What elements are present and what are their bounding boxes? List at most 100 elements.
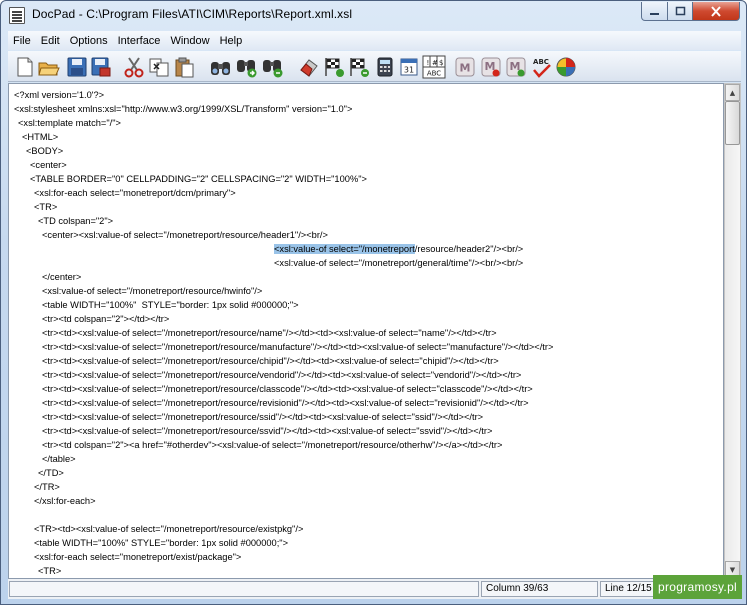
- character-map-icon: ! # $ ABC: [422, 55, 445, 78]
- spell-flag-next-icon: [349, 57, 369, 77]
- svg-text:31: 31: [403, 65, 413, 74]
- open-folder-icon: [37, 62, 60, 75]
- code-line: <xsl:stylesheet xmlns:xsl="http://www.w3…: [14, 104, 353, 114]
- toolbar: 31 ! # $ ABC M M M ABC: [8, 51, 741, 82]
- replace-button[interactable]: [260, 54, 285, 79]
- code-line: <BODY>: [26, 146, 64, 156]
- find-icon: [210, 61, 230, 75]
- svg-text:ABC: ABC: [426, 69, 440, 77]
- new-file-button[interactable]: [12, 54, 37, 79]
- close-icon: [711, 5, 721, 17]
- code-line: <center>: [30, 160, 67, 170]
- replace-icon: [262, 59, 282, 77]
- macro-record-icon: M: [481, 57, 500, 76]
- scroll-up-button[interactable]: ▲: [725, 84, 740, 101]
- code-line: <xsl:for-each select="monetreport/exist/…: [34, 552, 242, 562]
- code-line: <table WIDTH="100%" STYLE="border: 1px s…: [34, 538, 289, 548]
- code-line: </xsl:for-each>: [34, 496, 96, 506]
- save-as-button[interactable]: [88, 54, 113, 79]
- spell-flag-button[interactable]: [321, 54, 346, 79]
- code-line: <xsl:template match="/">: [18, 118, 121, 128]
- macro-record-button[interactable]: M: [478, 54, 503, 79]
- spell-check-button[interactable]: ABC: [528, 54, 553, 79]
- spell-check-icon: ABC: [532, 58, 551, 78]
- eraser-icon: [299, 58, 318, 77]
- color-wheel-icon: [556, 57, 575, 76]
- maximize-button[interactable]: [667, 2, 693, 21]
- chevron-down-icon: ▼: [729, 565, 736, 574]
- notepad-icon: [9, 7, 25, 24]
- character-map-button[interactable]: ! # $ ABC: [421, 54, 446, 79]
- code-line: <tr><td><xsl:value-of select="/monetrepo…: [42, 426, 493, 436]
- code-line: <tr><td colspan="2"></td></tr>: [42, 314, 170, 324]
- paste-icon: [175, 57, 193, 77]
- menu-bar: File Edit Options Interface Window Help: [8, 31, 741, 50]
- code-line: <tr><td><xsl:value-of select="/monetrepo…: [42, 384, 533, 394]
- spell-flag-next-button[interactable]: [346, 54, 371, 79]
- code-line: <tr><td colspan="2"><a href="#otherdev">…: [42, 440, 503, 450]
- code-line: <tr><td><xsl:value-of select="/monetrepo…: [42, 398, 529, 408]
- menu-window[interactable]: Window: [165, 35, 214, 47]
- save-icon: [67, 57, 86, 76]
- scroll-thumb[interactable]: [725, 101, 740, 145]
- code-text: /resource/header2"/><br/>: [414, 244, 524, 254]
- calculator-button[interactable]: [372, 54, 397, 79]
- find-button[interactable]: [208, 54, 233, 79]
- status-column: Column 39/63: [481, 581, 598, 597]
- svg-text:!: !: [426, 59, 429, 67]
- code-line: <xsl:value-of select="/monetreport/resou…: [274, 242, 523, 256]
- minimize-icon: [650, 12, 659, 15]
- menu-interface[interactable]: Interface: [113, 35, 166, 47]
- open-button[interactable]: [36, 54, 61, 79]
- svg-text:ABC: ABC: [533, 58, 549, 66]
- code-line: <table WIDTH="100%" STYLE="border: 1px s…: [42, 300, 299, 310]
- menu-edit[interactable]: Edit: [36, 35, 65, 47]
- code-line: </TR>: [34, 482, 60, 492]
- paste-button[interactable]: [171, 54, 196, 79]
- code-line: <tr><td><xsl:value-of select="/monetrepo…: [42, 328, 497, 338]
- menu-file[interactable]: File: [8, 35, 36, 47]
- minimize-button[interactable]: [641, 2, 668, 21]
- status-bar: Column 39/63 Line 12/15: [8, 579, 741, 599]
- svg-text:#: #: [432, 59, 438, 67]
- code-line: <tr><td><xsl:value-of select="/monetrepo…: [42, 370, 522, 380]
- code-line: <xsl:for-each select="monetreport/dcm/pr…: [34, 188, 236, 198]
- close-button[interactable]: [692, 2, 740, 21]
- code-line: </center>: [42, 272, 82, 282]
- code-line: <HTML>: [22, 132, 59, 142]
- code-line: <TR>: [34, 202, 58, 212]
- copy-button[interactable]: [146, 54, 171, 79]
- calculator-icon: [377, 57, 392, 76]
- code-line: <TABLE BORDER="0" CELLPADDING="2" CELLSP…: [30, 174, 367, 184]
- macro-play-button[interactable]: M: [503, 54, 528, 79]
- menu-help[interactable]: Help: [215, 35, 248, 47]
- code-line: <center><xsl:value-of select="/monetrepo…: [42, 230, 328, 240]
- vertical-scrollbar[interactable]: ▲ ▼: [724, 83, 741, 579]
- save-button[interactable]: [64, 54, 89, 79]
- text-editor[interactable]: <?xml version='1.0'?> <xsl:stylesheet xml…: [8, 83, 724, 579]
- find-next-button[interactable]: [234, 54, 259, 79]
- eraser-button[interactable]: [296, 54, 321, 79]
- cut-button[interactable]: [121, 54, 146, 79]
- watermark-logo: programosy.pl: [653, 575, 742, 599]
- svg-text:M: M: [459, 61, 470, 74]
- calendar-button[interactable]: 31: [396, 54, 421, 79]
- find-next-icon: [236, 59, 256, 77]
- macro-button[interactable]: M: [452, 54, 477, 79]
- new-file-icon: [17, 57, 32, 76]
- title-bar[interactable]: DocPad - C:\Program Files\ATI\CIM\Report…: [1, 1, 746, 30]
- copy-icon: [149, 58, 168, 76]
- menu-options[interactable]: Options: [65, 35, 113, 47]
- code-line: </table>: [42, 454, 76, 464]
- maximize-icon: [675, 6, 685, 16]
- code-line: <TD colspan="2">: [38, 216, 114, 226]
- code-line: <TR>: [38, 566, 62, 576]
- calendar-icon: 31: [400, 58, 417, 75]
- macro-play-icon: M: [506, 57, 525, 76]
- spell-flag-icon: [324, 57, 344, 77]
- code-line: <TR><td><xsl:value-of select="/monetrepo…: [34, 524, 304, 534]
- color-wheel-button[interactable]: [553, 54, 578, 79]
- selected-text[interactable]: <xsl:value-of select="/monetreport: [274, 244, 415, 254]
- code-line: <tr><td><xsl:value-of select="/monetrepo…: [42, 412, 484, 422]
- docpad-window: DocPad - C:\Program Files\ATI\CIM\Report…: [0, 0, 747, 605]
